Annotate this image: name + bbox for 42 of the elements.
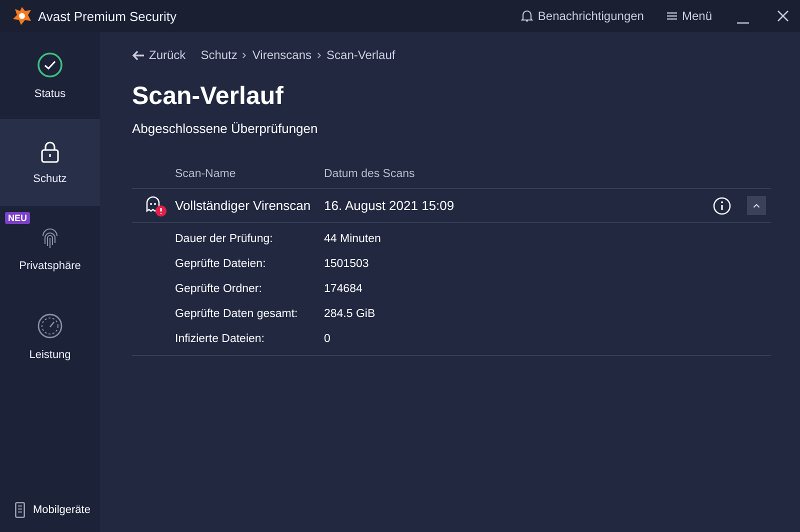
sidebar-item[interactable]: Status — [0, 32, 100, 119]
chevron-up-icon — [753, 202, 760, 208]
detail-label: Geprüfte Ordner: — [174, 282, 263, 294]
bell-icon — [520, 9, 534, 23]
sidebar-item[interactable]: Leistung — [0, 293, 100, 380]
menu-icon — [666, 10, 678, 22]
back-link[interactable]: Zurück — [132, 48, 186, 62]
mobile-devices-link[interactable]: Mobilgeräte — [0, 498, 100, 532]
checkmark-icon — [37, 52, 63, 78]
page-subtitle: Abgeschlossene Überprüfungen — [132, 121, 319, 136]
info-icon[interactable] — [713, 196, 731, 214]
breadcrumb-link[interactable]: Schutz — [200, 48, 238, 62]
detail-value: 174684 — [324, 282, 362, 294]
detail-label: Geprüfte Daten gesamt: — [174, 308, 299, 320]
minimize-icon — [737, 22, 749, 24]
collapse-button[interactable] — [747, 196, 766, 215]
notifications-button[interactable]: Benachrichtigungen — [512, 9, 652, 23]
column-header: Datum des Scans — [324, 168, 415, 180]
detail-label: Infizierte Dateien: — [174, 332, 266, 344]
scan-date: 16. August 2021 15:09 — [324, 198, 454, 213]
window-title: Avast Premium Security — [38, 8, 176, 24]
page-title: Scan-Verlauf — [132, 82, 284, 111]
sidebar-item[interactable]: NEU Privatsphäre — [0, 206, 100, 293]
detail-value: 1501503 — [324, 258, 369, 270]
scan-name: Vollständiger Virenscan — [174, 198, 312, 213]
detail-value: 284.5 GiB — [324, 308, 376, 320]
breadcrumb-link[interactable]: Virenscans — [252, 48, 312, 62]
breadcrumb-link[interactable]: Scan-Verlauf — [326, 48, 396, 62]
back-arrow-icon — [132, 50, 145, 60]
sidebar-item[interactable]: Schutz — [0, 119, 100, 206]
lock-icon — [40, 140, 60, 162]
column-header: Scan-Name — [174, 168, 237, 180]
new-badge: NEU — [5, 212, 30, 224]
detail-value: 44 Minuten — [324, 232, 381, 244]
phone-icon — [15, 502, 25, 518]
detail-value: 0 — [324, 332, 330, 344]
detail-label: Geprüfte Dateien: — [174, 258, 267, 270]
gauge-icon — [37, 312, 63, 338]
close-icon — [777, 10, 789, 22]
menu-button[interactable]: Menü — [658, 9, 720, 23]
detail-label: Dauer der Prüfung: — [174, 232, 274, 244]
logo-icon — [12, 6, 32, 26]
